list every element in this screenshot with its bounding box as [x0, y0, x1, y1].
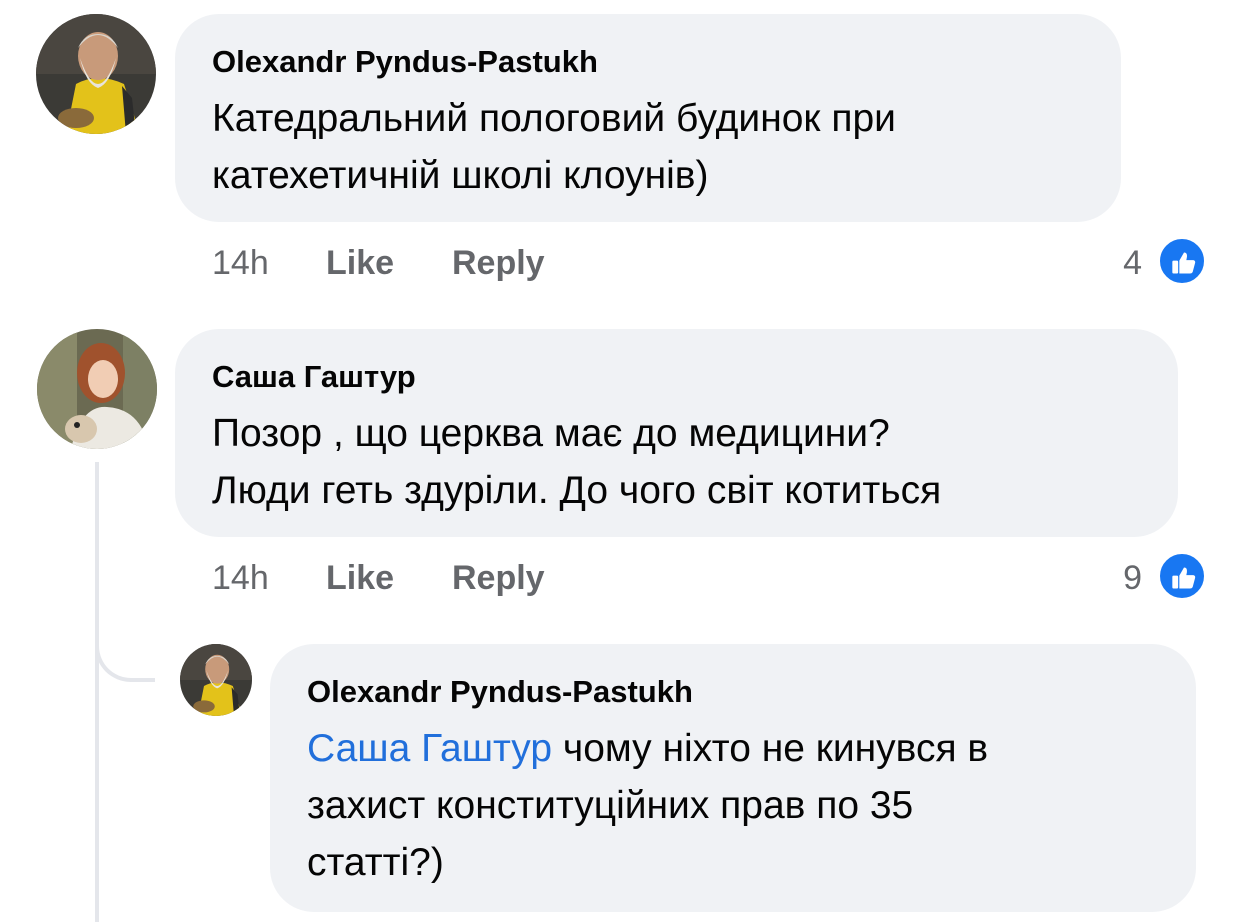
comment-author[interactable]: Саша Гаштур: [212, 359, 416, 395]
reply-bubble: Olexandr Pyndus-Pastukh Саша Гаштур чому…: [270, 644, 1196, 912]
comment-author[interactable]: Olexandr Pyndus-Pastukh: [212, 44, 598, 80]
comment-text-line: катехетичній школі клоунів): [212, 154, 709, 197]
avatar-sasha[interactable]: [37, 329, 157, 449]
like-thumb-icon[interactable]: [1158, 237, 1206, 285]
reply-text-line: Саша Гаштур чому ніхто не кинувся в: [307, 720, 988, 777]
avatar-olexandr[interactable]: [36, 14, 156, 134]
comment-bubble: Саша Гаштур Позор , що церква має до мед…: [175, 329, 1178, 537]
mention-link[interactable]: Саша Гаштур: [307, 727, 552, 770]
thread-connector-line: [95, 462, 99, 922]
like-button[interactable]: Like: [326, 558, 394, 598]
reply-text-line: захист конституційних прав по 35: [307, 784, 914, 827]
reply-text-line: статті?): [307, 841, 444, 884]
reply-button[interactable]: Reply: [452, 558, 545, 598]
comment-bubble: Olexandr Pyndus-Pastukh Катедральний пол…: [175, 14, 1121, 222]
reaction-count[interactable]: 9: [1100, 558, 1142, 598]
comment-timestamp[interactable]: 14h: [212, 558, 269, 598]
reaction-count[interactable]: 4: [1100, 243, 1142, 283]
comment-text-line: Люди геть здуріли. До чого світ котиться: [212, 469, 942, 512]
avatar-olexandr-reply[interactable]: [180, 644, 252, 716]
reply-button[interactable]: Reply: [452, 243, 545, 283]
like-thumb-icon[interactable]: [1158, 552, 1206, 600]
like-button[interactable]: Like: [326, 243, 394, 283]
comment-text-line: Катедральний пологовий будинок при: [212, 97, 896, 140]
thread-connector-curve: [95, 630, 155, 682]
reply-author[interactable]: Olexandr Pyndus-Pastukh: [307, 674, 693, 710]
comment-timestamp[interactable]: 14h: [212, 243, 269, 283]
comment-text-line: Позор , що церква має до медицини?: [212, 412, 890, 455]
reply-text-rest: чому ніхто не кинувся в: [552, 727, 989, 770]
